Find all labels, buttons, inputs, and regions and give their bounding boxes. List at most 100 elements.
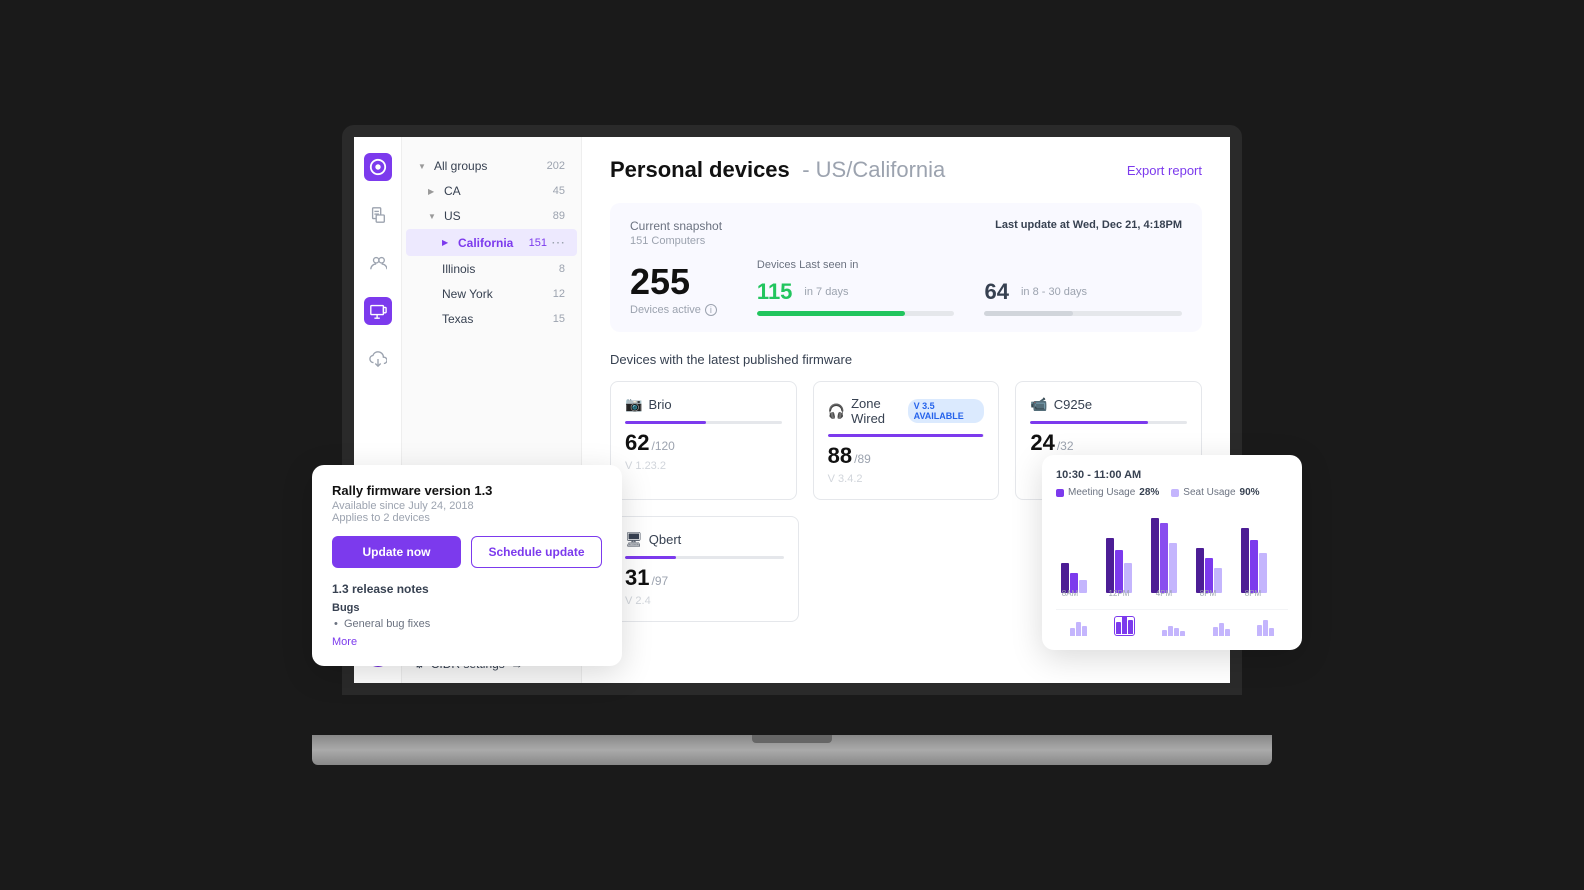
group-label-new-york: New York xyxy=(442,287,493,301)
brio-icon: 📷 xyxy=(625,396,642,413)
group-more-california[interactable]: ⋯ xyxy=(551,234,565,251)
page-title-area: Personal devices - US/California xyxy=(610,157,945,183)
usage-chart: 8AM FRI 12PM FRI 4PM FRI 8PM FRI 8PM SAT xyxy=(1056,508,1286,598)
page-subtitle: - US/California xyxy=(802,157,945,182)
firmware-card-brio-header: 📷 Brio xyxy=(625,396,782,413)
snapshot-header: Current snapshot 151 Computers Last upda… xyxy=(630,219,1182,247)
group-illinois[interactable]: Illinois 8 xyxy=(406,257,577,281)
chart-legend: Meeting Usage 28% Seat Usage 90% xyxy=(1056,487,1288,498)
more-link[interactable]: More xyxy=(332,636,602,648)
group-texas[interactable]: Texas 15 xyxy=(406,307,577,331)
main-header: Personal devices - US/California Export … xyxy=(610,157,1202,183)
devices-active-stat: 255 Devices active i xyxy=(630,264,717,316)
count-30days: 64 xyxy=(984,279,1008,305)
sidebar-icon-devices[interactable] xyxy=(364,297,392,325)
sidebar-icon-logo[interactable] xyxy=(364,153,392,181)
progress-7days-fill xyxy=(757,311,905,316)
group-label-ca: CA xyxy=(444,184,461,198)
progress-30days-bar xyxy=(984,311,1182,316)
release-notes-category: Bugs xyxy=(332,602,602,614)
mini-chart-1 xyxy=(1070,616,1087,636)
svg-text:FRI: FRI xyxy=(1202,597,1215,598)
devices-seen-title: Devices Last seen in xyxy=(757,259,1182,271)
firmware-overlay-title: Rally firmware version 1.3 xyxy=(332,483,602,498)
group-count-all-groups: 202 xyxy=(547,160,565,172)
group-california[interactable]: ▶ California 151 ⋯ xyxy=(406,229,577,256)
firmware-count-qbert: 31 /97 xyxy=(625,565,784,591)
progress-30days-fill xyxy=(984,311,1073,316)
firmware-badge-zone-wired: V 3.5 AVAILABLE xyxy=(908,399,985,423)
devices-7days: 115 in 7 days xyxy=(757,279,955,316)
group-us[interactable]: ▼ US 89 xyxy=(406,204,577,228)
firmware-card-c925e-header: 📹 C925e xyxy=(1030,396,1187,413)
info-icon: i xyxy=(705,304,717,316)
legend-seat-usage: Seat Usage 90% xyxy=(1171,487,1259,498)
group-count-illinois: 8 xyxy=(559,263,565,275)
arrow-all-groups: ▼ xyxy=(418,161,428,171)
svg-text:FRI: FRI xyxy=(1158,597,1171,598)
firmware-overlay-meta: Available since July 24, 2018 Applies to… xyxy=(332,500,602,524)
group-new-york[interactable]: New York 12 xyxy=(406,282,577,306)
devices-30days: 64 in 8 - 30 days xyxy=(984,279,1182,316)
devices-active-label: Devices active i xyxy=(630,304,717,316)
firmware-version-qbert: V 2.4 xyxy=(625,595,784,607)
group-all-groups[interactable]: ▼ All groups 202 xyxy=(406,154,577,178)
schedule-update-button[interactable]: Schedule update xyxy=(471,536,602,568)
arrow-ca: ▶ xyxy=(428,186,438,196)
firmware-card-qbert-header: 🖥 Qbert xyxy=(625,531,784,548)
group-label-us: US xyxy=(444,209,461,223)
firmware-card-zone-wired: 🎧 Zone Wired V 3.5 AVAILABLE 88 /89 xyxy=(813,381,1000,500)
arrow-us: ▼ xyxy=(428,211,438,221)
export-report-button[interactable]: Export report xyxy=(1127,163,1202,178)
group-count-ca: 45 xyxy=(553,185,565,197)
update-now-button[interactable]: Update now xyxy=(332,536,461,568)
sidebar-icon-cloud[interactable] xyxy=(364,345,392,373)
sidebar-icon-documents[interactable] xyxy=(364,201,392,229)
firmware-count-c925e: 24 /32 xyxy=(1030,430,1187,456)
firmware-count-brio: 62 /120 xyxy=(625,430,782,456)
devices-active-count: 255 xyxy=(630,264,717,300)
firmware-section-title: Devices with the latest published firmwa… xyxy=(610,352,1202,367)
group-ca[interactable]: ▶ CA 45 xyxy=(406,179,577,203)
group-label-illinois: Illinois xyxy=(442,262,475,276)
svg-text:FRI: FRI xyxy=(1113,597,1126,598)
firmware-progress-fill-c925e xyxy=(1030,421,1148,424)
firmware-progress-zone-wired xyxy=(828,434,985,437)
devices-seen-stats: 115 in 7 days 64 in 8 - 30 d xyxy=(757,279,1182,316)
mini-chart-3 xyxy=(1162,616,1185,636)
legend-meeting-dot xyxy=(1056,489,1064,497)
release-notes-item: General bug fixes xyxy=(332,618,602,630)
qbert-icon: 🖥 xyxy=(625,531,643,548)
firmware-count-zone-wired: 88 /89 xyxy=(828,443,985,469)
firmware-card-zone-wired-header: 🎧 Zone Wired V 3.5 AVAILABLE xyxy=(828,396,985,426)
page-title: Personal devices xyxy=(610,157,790,182)
snapshot-title: Current snapshot xyxy=(630,219,722,233)
progress-7days-bar xyxy=(757,311,955,316)
firmware-name-qbert: 🖥 Qbert xyxy=(625,531,681,548)
firmware-name-zone-wired: 🎧 Zone Wired xyxy=(828,396,908,426)
snapshot-update: Last update at Wed, Dec 21, 4:18PM xyxy=(995,219,1182,231)
mini-chart-2 xyxy=(1114,616,1135,636)
label-30days: in 8 - 30 days xyxy=(1021,286,1087,298)
mini-chart-5 xyxy=(1257,616,1274,636)
snapshot-section: Current snapshot 151 Computers Last upda… xyxy=(610,203,1202,332)
laptop-base xyxy=(312,735,1272,765)
sidebar-icon-users[interactable] xyxy=(364,249,392,277)
label-7days: in 7 days xyxy=(804,286,848,298)
snapshot-info: Current snapshot 151 Computers xyxy=(630,219,722,247)
devices-seen-section: Devices Last seen in 115 in 7 days xyxy=(757,259,1182,316)
firmware-progress-fill-zone-wired xyxy=(828,434,983,437)
firmware-progress-c925e xyxy=(1030,421,1187,424)
firmware-progress-brio xyxy=(625,421,782,424)
arrow-california: ▶ xyxy=(442,238,452,248)
chart-overlay: 10:30 - 11:00 AM Meeting Usage 28% Seat … xyxy=(1042,455,1302,650)
group-count-texas: 15 xyxy=(553,313,565,325)
group-count-us: 89 xyxy=(553,210,565,222)
c925e-icon: 📹 xyxy=(1030,396,1047,413)
firmware-version-zone-wired: V 3.4.2 xyxy=(828,473,985,485)
group-count-new-york: 12 xyxy=(553,288,565,300)
firmware-card-brio: 📷 Brio 62 /120 V 1.23.2 xyxy=(610,381,797,500)
firmware-card-qbert: 🖥 Qbert 31 /97 V 2.4 xyxy=(610,516,799,622)
snapshot-stats: 255 Devices active i Devices Last seen i… xyxy=(630,259,1182,316)
zone-wired-icon: 🎧 xyxy=(828,403,845,420)
